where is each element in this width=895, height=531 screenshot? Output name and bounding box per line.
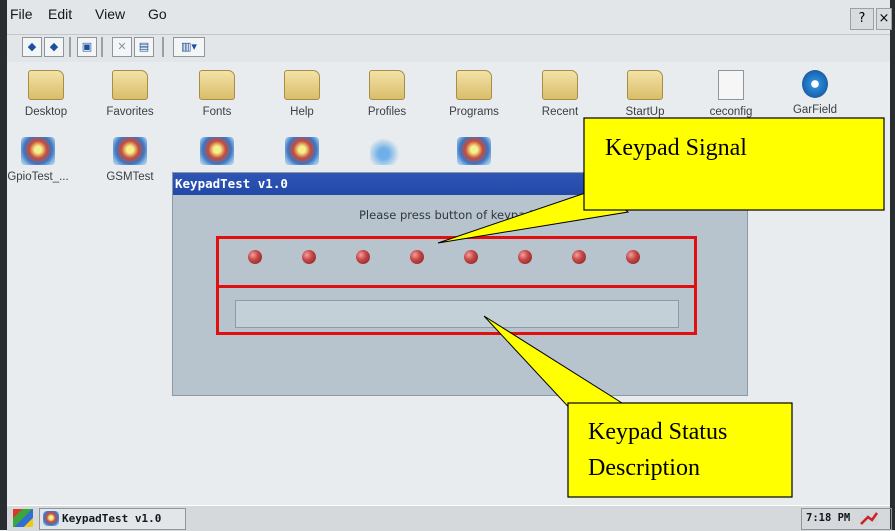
system-tray: 7:18 PM bbox=[801, 508, 892, 530]
app-cube-icon bbox=[43, 511, 59, 526]
keypad-signal-callout-text: Keypad Signal bbox=[605, 135, 747, 161]
clock[interactable]: 7:18 PM bbox=[806, 512, 850, 524]
taskbar-item-keypadtest[interactable]: KeypadTest v1.0 bbox=[39, 508, 186, 530]
network-status-icon[interactable] bbox=[860, 511, 879, 526]
status-callout-box bbox=[567, 402, 793, 498]
taskbar-item-label: KeypadTest v1.0 bbox=[62, 512, 162, 525]
keypad-status-callout-line1: Keypad Status bbox=[588, 419, 728, 445]
callout-layer bbox=[437, 117, 885, 498]
signal-callout-box bbox=[583, 117, 885, 211]
status-callout-pointer bbox=[483, 315, 624, 415]
start-button[interactable] bbox=[13, 509, 33, 527]
taskbar: KeypadTest v1.0 7:18 PM bbox=[7, 505, 892, 531]
keypad-status-callout-line2: Description bbox=[588, 455, 700, 481]
